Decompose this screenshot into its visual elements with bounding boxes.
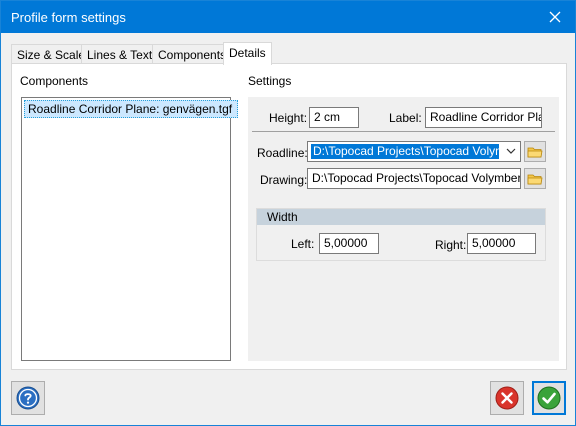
right-width-input[interactable]: 5,00000: [467, 233, 536, 254]
drawing-input[interactable]: D:\Topocad Projects\Topocad Volymberäkn: [307, 168, 521, 189]
right-label: Right:: [435, 238, 467, 252]
roadline-browse-button[interactable]: [524, 141, 546, 162]
components-list[interactable]: Roadline Corridor Plane: genvägen.tgf: [21, 97, 238, 361]
help-button[interactable]: [11, 381, 45, 415]
width-group-header: Width: [257, 209, 545, 225]
tab-label: Lines & Text: [87, 48, 153, 62]
left-width-value: 5,00000: [324, 236, 368, 250]
height-label: Height:: [269, 111, 308, 125]
cancel-button[interactable]: [490, 381, 524, 415]
tab-components[interactable]: Components: [152, 44, 233, 64]
tab-lines-text[interactable]: Lines & Text: [81, 44, 159, 64]
cancel-icon: [495, 386, 519, 410]
window-title: Profile form settings: [11, 10, 126, 25]
divider: [252, 131, 555, 132]
left-label: Left:: [291, 237, 315, 251]
list-item[interactable]: Roadline Corridor Plane: genvägen.tgf: [24, 100, 238, 118]
width-group: Width Left: 5,00000 Right: 5,00000: [256, 208, 546, 261]
dialog-window: Profile form settings Size & Scale Lines…: [0, 0, 576, 426]
checkmark-icon: [537, 386, 561, 410]
roadline-label: Roadline:: [257, 146, 308, 160]
label-value: Roadline Corridor Plane: [430, 110, 541, 124]
tab-details[interactable]: Details: [223, 42, 272, 65]
help-icon: [16, 386, 40, 410]
tab-size-scale[interactable]: Size & Scale: [11, 44, 92, 64]
components-heading: Components: [20, 74, 89, 88]
list-item-label: Roadline Corridor Plane: genvägen.tgf: [28, 102, 233, 116]
right-width-value: 5,00000: [472, 236, 516, 250]
tab-label: Details: [229, 46, 266, 60]
close-button[interactable]: [535, 1, 575, 33]
tab-panel-details: Components Roadline Corridor Plane: genv…: [11, 63, 567, 370]
title-bar: Profile form settings: [1, 1, 575, 33]
folder-icon: [527, 147, 543, 157]
tab-label: Size & Scale: [17, 48, 86, 62]
label-label: Label:: [389, 111, 422, 125]
ok-button[interactable]: [532, 381, 566, 415]
left-width-input[interactable]: 5,00000: [319, 233, 379, 254]
close-icon: [549, 11, 561, 23]
drawing-value: D:\Topocad Projects\Topocad Volymberäkn: [312, 171, 521, 185]
tab-label: Components: [158, 48, 227, 62]
chevron-down-icon: [505, 145, 517, 160]
label-input[interactable]: Roadline Corridor Plane: [425, 107, 542, 128]
folder-icon: [527, 174, 543, 184]
drawing-browse-button[interactable]: [524, 168, 546, 189]
roadline-select[interactable]: D:\Topocad Projects\Topocad Volymbe: [307, 141, 521, 162]
drawing-label: Drawing:: [260, 173, 308, 187]
roadline-value: D:\Topocad Projects\Topocad Volymbe: [311, 144, 499, 159]
height-input[interactable]: 2 cm: [309, 107, 359, 128]
width-heading: Width: [267, 210, 298, 224]
settings-heading: Settings: [248, 74, 292, 88]
settings-panel: Height: 2 cm Label: Roadline Corridor Pl…: [248, 97, 559, 361]
height-value: 2 cm: [314, 110, 341, 124]
